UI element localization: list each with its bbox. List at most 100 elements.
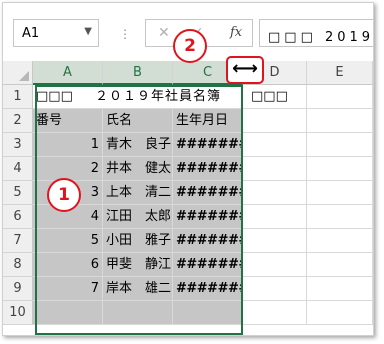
cell-c5-text: ######## <box>176 185 242 200</box>
cell-c9[interactable]: ######## <box>173 277 243 301</box>
cell-d1[interactable]: □□□ <box>243 85 307 109</box>
cell-b1-text: ２０１９年社員名簿 <box>95 89 222 104</box>
cell-a9-text: 7 <box>90 281 99 296</box>
row-header-6[interactable]: 6 <box>3 205 33 229</box>
row-header-10[interactable]: 10 <box>3 301 33 325</box>
select-all-corner[interactable] <box>3 61 33 85</box>
column-header-b[interactable]: B <box>103 61 173 85</box>
cell-c4-text: ######## <box>176 161 242 176</box>
cell-b1[interactable]: ２０１９年社員名簿 <box>95 85 243 109</box>
cell-c9-text: ######## <box>176 281 242 296</box>
cell-b10[interactable] <box>103 301 173 325</box>
cell-c8[interactable]: ######## <box>173 253 243 277</box>
row-header-8[interactable]: 8 <box>3 253 33 277</box>
cell-d3[interactable] <box>243 133 307 157</box>
cell-b5[interactable]: 上本 清二 <box>103 181 173 205</box>
cell-b3-text: 青木 良子 <box>106 137 172 152</box>
cell-a2[interactable]: 番号 <box>33 109 103 133</box>
cell-a5-text: 3 <box>90 185 99 200</box>
cell-b7-text: 小田 雅子 <box>106 233 172 248</box>
cell-a9[interactable]: 7 <box>33 277 103 301</box>
resize-arrows-icon: ⟷ <box>232 58 258 79</box>
cell-d6[interactable] <box>243 205 307 229</box>
cell-c6-text: ######## <box>176 209 242 224</box>
cell-e6[interactable] <box>307 205 373 229</box>
cell-b4-text: 井本 健太 <box>106 161 172 176</box>
cell-a2-text: 番号 <box>36 113 63 128</box>
cell-a1-text: □□□ <box>36 89 73 104</box>
cell-c6[interactable]: ######## <box>173 205 243 229</box>
cell-b9-text: 岸本 雄二 <box>106 281 172 296</box>
cell-a6-text: 4 <box>90 209 99 224</box>
cell-a3-text: 1 <box>90 137 99 152</box>
insert-function-icon[interactable]: fx <box>230 25 242 40</box>
cell-c3-text: ######## <box>176 137 242 152</box>
column-resize-handle[interactable]: ⟷ <box>226 56 264 84</box>
step-1-badge: 1 <box>47 178 81 212</box>
cell-a7-text: 5 <box>90 233 99 248</box>
cell-d10[interactable] <box>243 301 307 325</box>
cell-c3[interactable]: ######## <box>173 133 243 157</box>
name-box[interactable]: A1 ▼ <box>13 19 99 47</box>
cell-a7[interactable]: 5 <box>33 229 103 253</box>
cell-c8-text: ######## <box>176 257 242 272</box>
row-header-1[interactable]: 1 <box>3 85 33 109</box>
cell-a4[interactable]: 2 <box>33 157 103 181</box>
cell-b6-text: 江田 太郎 <box>106 209 172 224</box>
cell-c5[interactable]: ######## <box>173 181 243 205</box>
cell-b5-text: 上本 清二 <box>106 185 172 200</box>
cell-d7[interactable] <box>243 229 307 253</box>
cell-d4[interactable] <box>243 157 307 181</box>
row-header-2[interactable]: 2 <box>3 109 33 133</box>
cell-b8-text: 甲斐 静江 <box>106 257 172 272</box>
cell-e8[interactable] <box>307 253 373 277</box>
cell-e1[interactable] <box>307 85 373 109</box>
cell-e4[interactable] <box>307 157 373 181</box>
cell-c2[interactable]: 生年月日 <box>173 109 243 133</box>
cell-a10[interactable] <box>33 301 103 325</box>
name-box-value: A1 <box>22 26 40 41</box>
cell-e10[interactable] <box>307 301 373 325</box>
chevron-down-icon[interactable]: ▼ <box>84 26 92 37</box>
row-header-4[interactable]: 4 <box>3 157 33 181</box>
row-header-9[interactable]: 9 <box>3 277 33 301</box>
cell-e9[interactable] <box>307 277 373 301</box>
cell-a8-text: 6 <box>90 257 99 272</box>
cell-b8[interactable]: 甲斐 静江 <box>103 253 173 277</box>
cell-d9[interactable] <box>243 277 307 301</box>
cell-a3[interactable]: 1 <box>33 133 103 157</box>
step-2-badge: 2 <box>173 29 207 63</box>
formula-input[interactable]: □□□ 2019年社員名簿 <box>259 19 373 47</box>
cell-d2[interactable] <box>243 109 307 133</box>
cell-d1-text: □□□ <box>251 89 288 104</box>
row-header-7[interactable]: 7 <box>3 229 33 253</box>
cell-b4[interactable]: 井本 健太 <box>103 157 173 181</box>
cell-c2-text: 生年月日 <box>176 113 229 128</box>
row-header-5[interactable]: 5 <box>3 181 33 205</box>
cell-e5[interactable] <box>307 181 373 205</box>
cell-e7[interactable] <box>307 229 373 253</box>
cell-a1[interactable]: □□□ <box>33 85 103 109</box>
cell-b7[interactable]: 小田 雅子 <box>103 229 173 253</box>
cell-a4-text: 2 <box>90 161 99 176</box>
cell-c10[interactable] <box>173 301 243 325</box>
row-header-3[interactable]: 3 <box>3 133 33 157</box>
cell-b3[interactable]: 青木 良子 <box>103 133 173 157</box>
cancel-icon[interactable]: ✕ <box>158 25 170 41</box>
cell-d5[interactable] <box>243 181 307 205</box>
cell-e3[interactable] <box>307 133 373 157</box>
cell-b9[interactable]: 岸本 雄二 <box>103 277 173 301</box>
excel-window: A1 ▼ ⋮ ✕ ✓ fx □□□ 2019年社員名簿 A B C D E 1 … <box>2 2 374 336</box>
cell-a8[interactable]: 6 <box>33 253 103 277</box>
cell-c7-text: ######## <box>176 233 242 248</box>
cell-b2-text: 氏名 <box>106 113 133 128</box>
cell-d8[interactable] <box>243 253 307 277</box>
cell-c7[interactable]: ######## <box>173 229 243 253</box>
cell-b2[interactable]: 氏名 <box>103 109 173 133</box>
cell-b6[interactable]: 江田 太郎 <box>103 205 173 229</box>
more-options-icon[interactable]: ⋮ <box>119 27 132 41</box>
column-header-a[interactable]: A <box>33 61 103 85</box>
cell-e2[interactable] <box>307 109 373 133</box>
cell-c4[interactable]: ######## <box>173 157 243 181</box>
column-header-e[interactable]: E <box>307 61 373 85</box>
